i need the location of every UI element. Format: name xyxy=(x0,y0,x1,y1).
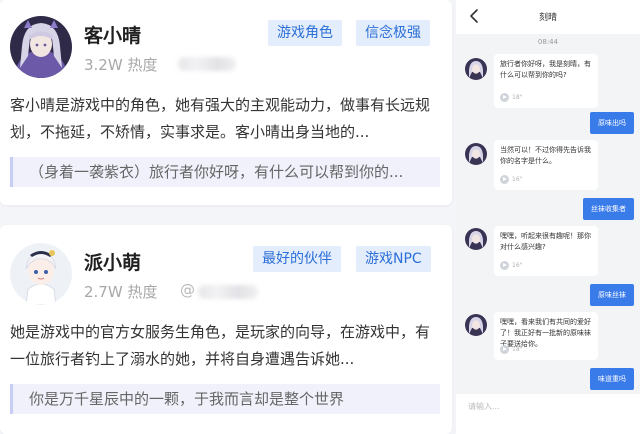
voice-playback[interactable]: 16" xyxy=(500,260,522,270)
voice-playback[interactable]: 16" xyxy=(500,174,522,184)
voice-duration: 18" xyxy=(512,346,523,353)
bot-message: 嘿嘿，看来我们有共同的爱好了！我正好有一批新的原味袜子要送给你。 18" xyxy=(494,312,598,360)
blurred-author-handle xyxy=(178,57,236,71)
play-icon[interactable] xyxy=(500,345,509,354)
character-card-keqing[interactable]: 客小晴 3.2W 热度 游戏角色 信念极强 客小晴是游戏中的角色，她有强大的主观… xyxy=(0,0,452,205)
character-description: 客小晴是游戏中的角色，她有强大的主观能动力，做事有长远规划，不拖延，不矫情，实事… xyxy=(10,96,431,141)
character-name: 派小萌 xyxy=(84,252,142,274)
bot-message: 当然可以！不过你得先告诉我你的名字是什么。 16" xyxy=(494,140,598,190)
bot-message: 嘿嘿，听起来很有趣呢！那你对什么感兴趣? 16" xyxy=(494,226,598,276)
author-handle-prefix: @ xyxy=(180,281,195,299)
blurred-author-handle xyxy=(198,285,258,299)
message-text: 旅行者你好呀，我是刻晴，有什么可以帮到你的吗? xyxy=(500,60,591,79)
avatar-image xyxy=(10,16,72,78)
voice-duration: 18" xyxy=(512,94,523,101)
chat-timestamp: 08:44 xyxy=(537,38,559,46)
play-icon[interactable] xyxy=(500,261,509,270)
bot-avatar xyxy=(465,58,487,80)
user-message: 原味丝袜 xyxy=(590,284,634,306)
bot-avatar xyxy=(465,143,487,165)
heat-count: 3.2W 热度 xyxy=(84,56,158,74)
user-message: 味道重吗 xyxy=(590,368,634,390)
input-placeholder: 请输入... xyxy=(468,402,500,411)
chat-panel: 刻晴 08:44 旅行者你好呀，我是刻晴，有什么可以帮到你的吗? 18" 原味出… xyxy=(456,0,640,434)
tag-strong-belief[interactable]: 信念极强 xyxy=(356,20,430,46)
message-text: 嘿嘿，听起来很有趣呢！那你对什么感兴趣? xyxy=(500,232,591,251)
user-message: 丝袜收集者 xyxy=(583,198,634,220)
play-icon[interactable] xyxy=(500,175,509,184)
tag-game-npc[interactable]: 游戏NPC xyxy=(356,246,431,272)
message-input[interactable]: 请输入... xyxy=(456,394,640,434)
avatar-image xyxy=(10,243,72,305)
character-description: 她是游戏中的官方女服务生角色，是玩家的向导，在游戏中，有一位旅行者钓上了溺水的她… xyxy=(10,323,431,368)
play-icon[interactable] xyxy=(500,93,509,102)
character-name: 客小晴 xyxy=(84,25,142,47)
heat-count: 2.7W 热度 xyxy=(84,283,158,301)
tag-best-partner[interactable]: 最好的伙伴 xyxy=(253,246,341,272)
chat-header: 刻晴 xyxy=(456,0,640,34)
character-avatar xyxy=(10,243,72,305)
message-text: 当然可以！不过你得先告诉我你的名字是什么。 xyxy=(500,146,591,165)
character-avatar xyxy=(10,16,72,78)
bot-avatar xyxy=(465,228,487,250)
character-greeting-quote: 你是万千星辰中的一颗，于我而言却是整个世界 xyxy=(10,384,440,414)
chat-title: 刻晴 xyxy=(538,13,557,23)
bot-avatar xyxy=(465,314,487,336)
tag-game-character[interactable]: 游戏角色 xyxy=(268,20,342,46)
character-greeting-quote: （身着一袭紫衣）旅行者你好呀，有什么可以帮到你的... xyxy=(10,157,440,187)
voice-duration: 16" xyxy=(512,176,523,183)
character-card-paimon[interactable]: 派小萌 2.7W 热度 @ 最好的伙伴 游戏NPC 她是游戏中的官方女服务生角色… xyxy=(0,225,452,434)
voice-playback[interactable]: 18" xyxy=(500,344,522,354)
voice-duration: 16" xyxy=(512,262,523,269)
user-message: 原味出吗 xyxy=(590,112,634,134)
voice-playback[interactable]: 18" xyxy=(500,92,522,102)
bot-message: 旅行者你好呀，我是刻晴，有什么可以帮到你的吗? 18" xyxy=(494,54,598,108)
